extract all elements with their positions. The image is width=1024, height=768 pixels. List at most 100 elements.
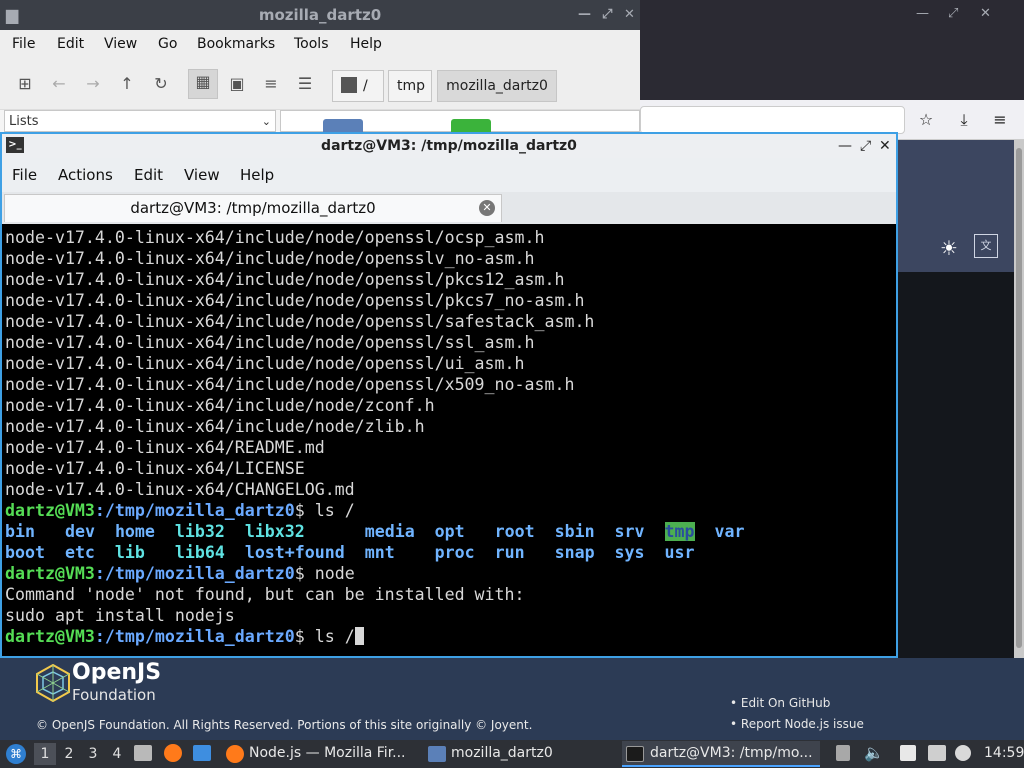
- path-current-button[interactable]: mozilla_dartz0: [437, 70, 557, 102]
- term-menu-actions[interactable]: Actions: [58, 166, 113, 184]
- terminal-tab[interactable]: dartz@VM3: /tmp/mozilla_dartz0 ✕: [4, 194, 502, 222]
- ls-entry: srv: [614, 522, 645, 541]
- command-text: ls /: [314, 501, 355, 520]
- ls-entry: tmp: [664, 522, 695, 541]
- output-line: node-v17.4.0-linux-x64/include/node/open…: [5, 291, 585, 310]
- menu-icon[interactable]: ≡: [988, 108, 1012, 132]
- path-root-button[interactable]: /: [332, 70, 384, 102]
- url-bar[interactable]: [640, 106, 905, 134]
- fm-menu-help[interactable]: Help: [350, 36, 382, 52]
- path-tmp-button[interactable]: tmp: [388, 70, 432, 102]
- report-issue-label[interactable]: Report Node.js issue: [741, 717, 864, 731]
- ls-entry: home: [114, 522, 155, 541]
- forward-icon[interactable]: →: [81, 72, 105, 96]
- fm-menu-view[interactable]: View: [104, 36, 137, 52]
- thumbnail-view-icon[interactable]: ▣: [225, 72, 249, 96]
- fm-minimize-icon[interactable]: —: [578, 0, 591, 30]
- fm-menu-edit[interactable]: Edit: [57, 36, 84, 52]
- clock[interactable]: 14:59: [984, 745, 1024, 761]
- workspace-2[interactable]: 2: [58, 743, 80, 765]
- brand-top: OpenJS: [72, 660, 162, 685]
- edit-on-github-link[interactable]: • Edit On GitHub: [730, 696, 830, 710]
- output-lines: node-v17.4.0-linux-x64/include/node/open…: [5, 227, 896, 500]
- back-icon[interactable]: ←: [47, 72, 71, 96]
- browser-scrollbar-thumb[interactable]: [1016, 148, 1022, 648]
- terminal-titlebar[interactable]: >_ dartz@VM3: /tmp/mozilla_dartz0 — ⤢ ✕: [2, 134, 896, 158]
- copyright-text: © OpenJS Foundation. All Rights Reserved…: [36, 718, 533, 732]
- compact-view-icon[interactable]: ≡: [259, 72, 283, 96]
- ls-output-row: boot etc lib lib64 lost+found mnt proc r…: [5, 542, 896, 563]
- fm-menu-file[interactable]: File: [12, 36, 35, 52]
- output-line: node-v17.4.0-linux-x64/include/node/open…: [5, 312, 595, 331]
- ls-entry: lib: [114, 543, 145, 562]
- ls-entry: dev: [64, 522, 95, 541]
- window-close-icon[interactable]: ✕: [980, 6, 991, 21]
- fm-menu-bookmarks[interactable]: Bookmarks: [197, 36, 275, 52]
- volume-icon[interactable]: 🔈: [864, 743, 884, 762]
- prompt-user: dartz@VM3: [5, 627, 95, 646]
- openjs-brand[interactable]: OpenJS Foundation: [72, 661, 161, 705]
- window-minimize-icon[interactable]: —: [916, 6, 929, 21]
- workspace-3[interactable]: 3: [82, 743, 104, 765]
- term-maximize-icon[interactable]: ⤢: [860, 134, 871, 158]
- ls-entry: boot: [5, 543, 45, 562]
- output-line: node-v17.4.0-linux-x64/LICENSE: [5, 459, 305, 478]
- detailed-view-icon[interactable]: ☰: [293, 72, 317, 96]
- file-manager-titlebar[interactable]: ▆ mozilla_dartz0 — ⤢ ✕: [0, 0, 640, 30]
- fm-menu-go[interactable]: Go: [158, 36, 177, 52]
- term-menu-file[interactable]: File: [12, 166, 37, 184]
- prompt-sign: $: [294, 627, 315, 646]
- ls-entry: mnt: [364, 543, 395, 562]
- edit-on-github-label[interactable]: Edit On GitHub: [741, 696, 831, 710]
- translate-icon[interactable]: 文: [974, 234, 998, 258]
- file-manager-content: [280, 110, 640, 133]
- bookmark-star-icon[interactable]: ☆: [914, 108, 938, 132]
- term-menu-view[interactable]: View: [184, 166, 220, 184]
- tab-close-icon[interactable]: ✕: [479, 200, 495, 216]
- icon-view-icon[interactable]: ▦: [188, 69, 218, 99]
- term-close-icon[interactable]: ✕: [879, 134, 891, 158]
- ls-entry: usr: [664, 543, 695, 562]
- archive-item-icon[interactable]: [451, 119, 491, 133]
- window-maximize-icon[interactable]: ⤢: [948, 6, 958, 21]
- fm-menu-tools[interactable]: Tools: [294, 36, 329, 52]
- terminal-icon: >_: [6, 137, 24, 153]
- new-tab-icon[interactable]: ⊞: [13, 72, 37, 96]
- network-icon[interactable]: [928, 745, 946, 761]
- terminal-output[interactable]: node-v17.4.0-linux-x64/include/node/open…: [2, 224, 896, 656]
- file-manager-launcher-icon[interactable]: [134, 745, 152, 761]
- term-minimize-icon[interactable]: —: [838, 134, 852, 158]
- tray-lock-icon[interactable]: [836, 745, 850, 761]
- reload-icon[interactable]: ↻: [149, 72, 173, 96]
- task-terminal[interactable]: dartz@VM3: /tmp/mo...: [622, 741, 820, 767]
- output-line: node-v17.4.0-linux-x64/include/node/open…: [5, 333, 535, 352]
- downloads-icon[interactable]: ⤓: [952, 108, 976, 132]
- ls-entry: root: [494, 522, 535, 541]
- taskbar: ⌘ 1 2 3 4 Node.js — Mozilla Fir... mozil…: [0, 740, 1024, 768]
- file-manager-title: mozilla_dartz0: [258, 6, 382, 24]
- term-menu-help[interactable]: Help: [240, 166, 274, 184]
- hint-line: sudo apt install nodejs: [5, 606, 235, 625]
- start-menu-icon[interactable]: ⌘: [6, 744, 26, 764]
- theme-toggle-icon[interactable]: ☀: [940, 236, 958, 260]
- workspace-1[interactable]: 1: [34, 743, 56, 765]
- command-text: node: [314, 564, 355, 583]
- task-file-manager[interactable]: mozilla_dartz0: [424, 741, 618, 767]
- folder-item-icon[interactable]: [323, 119, 363, 133]
- term-menu-edit[interactable]: Edit: [134, 166, 163, 184]
- ls-entry: etc: [64, 543, 95, 562]
- workspace-4[interactable]: 4: [106, 743, 128, 765]
- fm-maximize-icon[interactable]: ⤢: [602, 0, 612, 30]
- show-desktop-icon[interactable]: [193, 745, 211, 761]
- firefox-icon: [226, 745, 244, 763]
- prompt-user: dartz@VM3: [5, 501, 95, 520]
- clipboard-icon[interactable]: [900, 745, 916, 761]
- side-pane-selector[interactable]: Lists ⌄: [4, 110, 276, 132]
- report-issue-link[interactable]: • Report Node.js issue: [730, 717, 864, 731]
- fm-close-icon[interactable]: ✕: [624, 0, 635, 30]
- side-pane-label: Lists: [9, 114, 39, 129]
- notification-icon[interactable]: [955, 745, 971, 761]
- up-icon[interactable]: ↑: [115, 72, 139, 96]
- firefox-launcher-icon[interactable]: [164, 744, 182, 762]
- task-firefox[interactable]: Node.js — Mozilla Fir...: [220, 741, 418, 767]
